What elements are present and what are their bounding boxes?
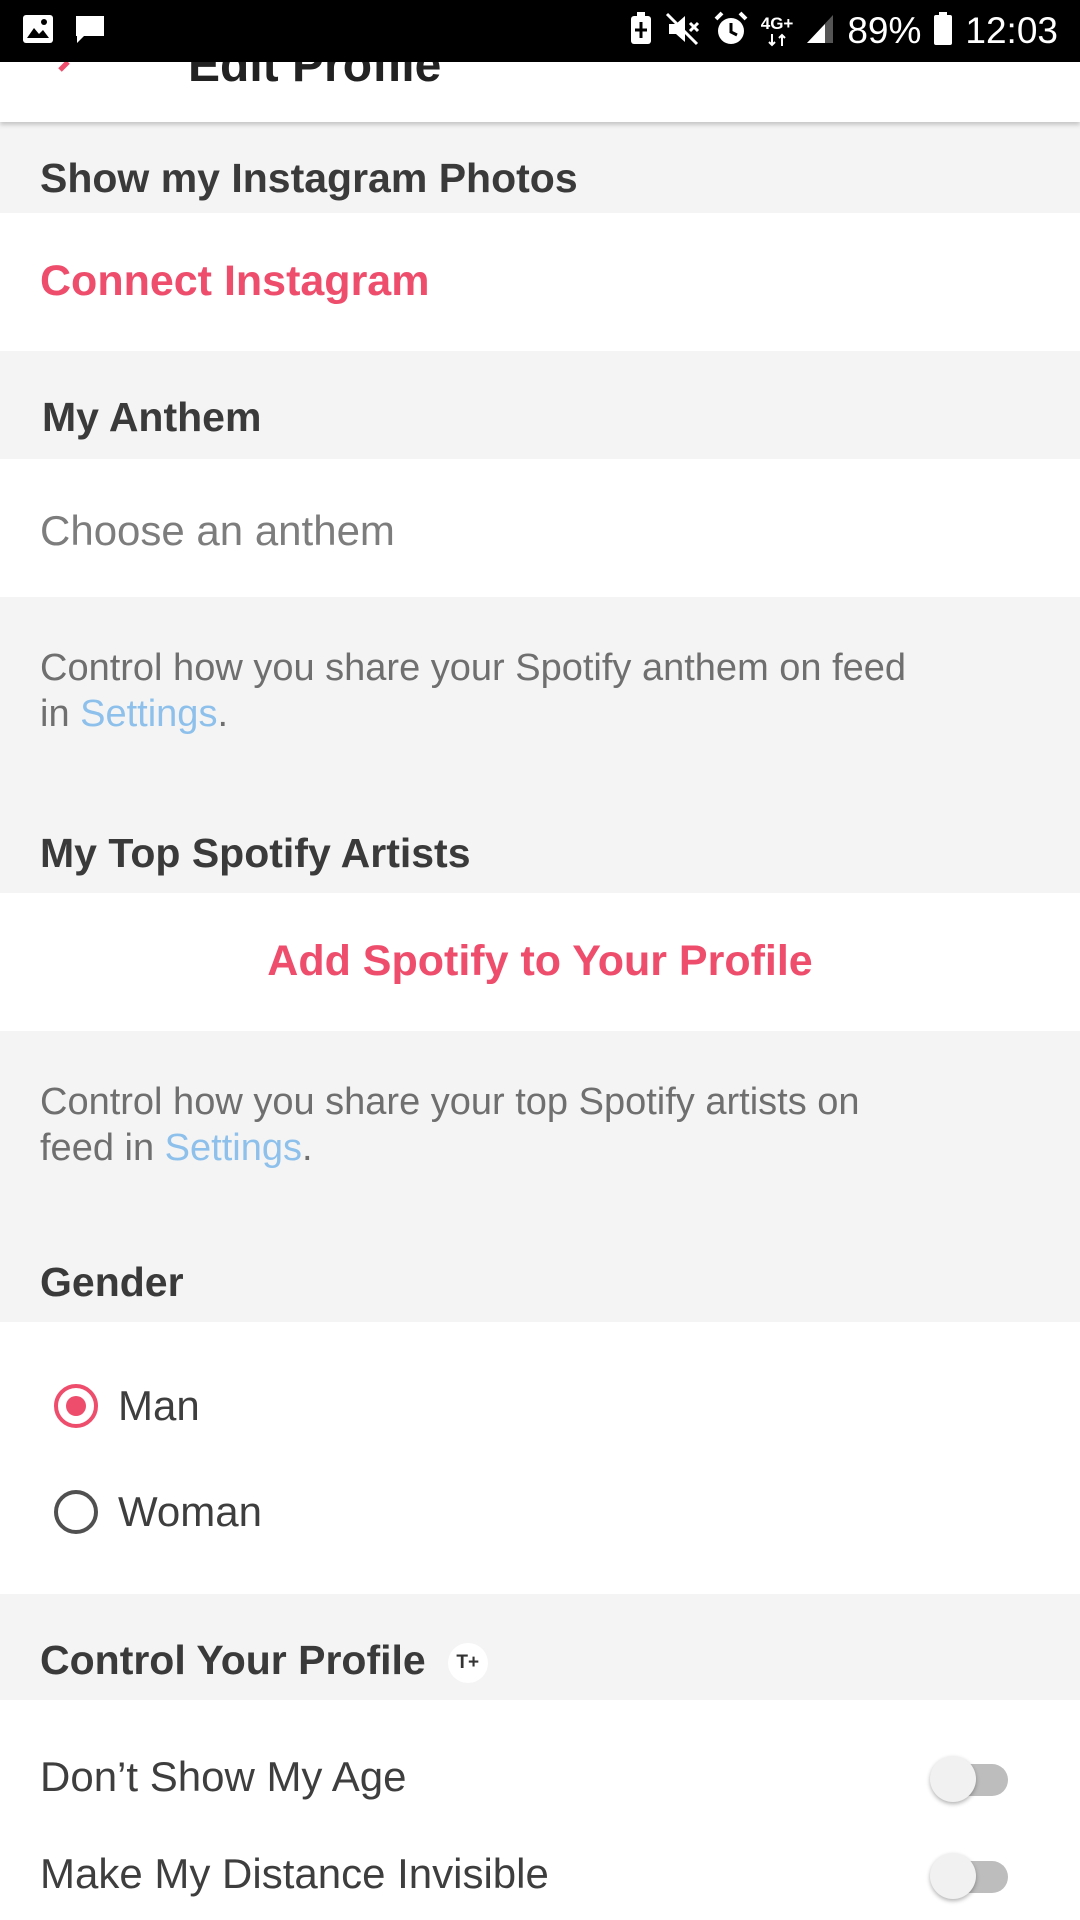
- toolbar: Edit Profile: [0, 62, 1080, 122]
- network-type: 4G+: [761, 15, 793, 47]
- back-arrow-icon[interactable]: [52, 62, 82, 81]
- connect-instagram-button[interactable]: Connect Instagram: [40, 257, 429, 306]
- choose-anthem-field[interactable]: Choose an anthem: [40, 507, 395, 555]
- anthem-section-header: My Anthem: [42, 394, 262, 440]
- anthem-settings-link[interactable]: Settings: [80, 693, 217, 735]
- control-profile-header: Control Your Profile T+: [40, 1637, 488, 1684]
- gallery-icon: [22, 14, 54, 49]
- add-spotify-button[interactable]: Add Spotify to Your Profile: [0, 937, 1080, 986]
- gender-options: Man Woman: [0, 1322, 1080, 1594]
- gender-option-man[interactable]: Man: [54, 1382, 200, 1430]
- spotify-settings-link[interactable]: Settings: [165, 1127, 302, 1169]
- dont-show-age-toggle[interactable]: [930, 1756, 1010, 1802]
- battery-icon: [933, 11, 953, 51]
- spotify-description: Control how you share your top Spotify a…: [40, 1081, 860, 1169]
- anthem-row[interactable]: Choose an anthem: [0, 459, 1080, 597]
- status-bar: 4G+ 89% 12:03: [0, 0, 1080, 62]
- spotify-section-header: My Top Spotify Artists: [40, 830, 471, 876]
- mute-icon: [665, 12, 701, 51]
- anthem-description: Control how you share your Spotify anthe…: [40, 647, 907, 735]
- battery-percent: 89%: [847, 10, 922, 51]
- radio-selected-icon[interactable]: [54, 1384, 98, 1428]
- battery-saver-icon: [629, 11, 653, 51]
- control-profile-options: Don’t Show My Age Make My Distance Invis…: [0, 1700, 1080, 1920]
- distance-invisible-label: Make My Distance Invisible: [40, 1850, 549, 1897]
- gender-option-woman[interactable]: Woman: [54, 1488, 262, 1536]
- toggle-thumb: [930, 1756, 976, 1802]
- instagram-section-header: Show my Instagram Photos: [40, 155, 578, 201]
- dont-show-age-label: Don’t Show My Age: [40, 1753, 407, 1800]
- clock: 12:03: [965, 10, 1058, 51]
- tinder-plus-badge: T+: [447, 1643, 488, 1684]
- gender-section-header: Gender: [40, 1259, 184, 1305]
- signal-icon: [805, 13, 835, 50]
- radio-unselected-icon[interactable]: [54, 1490, 98, 1534]
- instagram-row: Connect Instagram: [0, 213, 1080, 351]
- spotify-row: Add Spotify to Your Profile: [0, 893, 1080, 1031]
- message-icon: [74, 14, 106, 49]
- toggle-thumb: [930, 1853, 976, 1899]
- alarm-icon: [713, 11, 749, 52]
- distance-invisible-toggle[interactable]: [930, 1853, 1010, 1899]
- page-title: Edit Profile: [188, 62, 442, 92]
